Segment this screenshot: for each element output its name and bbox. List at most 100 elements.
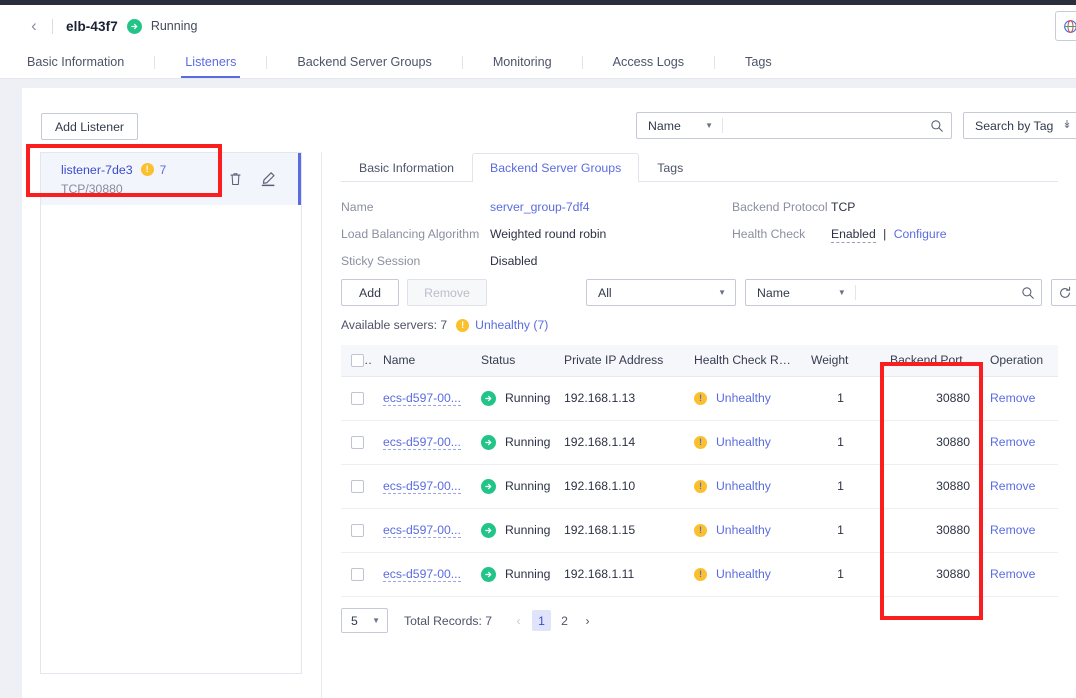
add-listener-button[interactable]: Add Listener [41, 113, 138, 140]
row-checkbox-cell [341, 420, 373, 465]
page-nav: ‹ 1 2 › [509, 610, 597, 631]
health-label[interactable]: Unhealthy [716, 479, 771, 493]
remove-server-button: Remove [407, 279, 487, 306]
tab-access-logs[interactable]: Access Logs [611, 47, 686, 78]
field-value-health-check[interactable]: Enabled [831, 227, 876, 243]
remove-link[interactable]: Remove [990, 435, 1035, 449]
table-header-status[interactable]: Status [471, 345, 554, 377]
server-name-link[interactable]: ecs-d597-00... [383, 479, 461, 494]
chevron-down-icon: ▼ [705, 121, 713, 130]
health-label[interactable]: Unhealthy [716, 391, 771, 405]
row-weight-cell: 1 [801, 420, 880, 465]
tab-backend-server-groups[interactable]: Backend Server Groups [295, 47, 433, 78]
row-name-cell: ecs-d597-00... [373, 552, 471, 597]
server-name-link[interactable]: ecs-d597-00... [383, 391, 461, 406]
listener-list-item[interactable]: listener-7de3 ! 7 TCP/30880 [41, 153, 301, 205]
add-server-button[interactable]: Add [341, 279, 399, 306]
listener-list-panel: listener-7de3 ! 7 TCP/30880 [40, 152, 302, 674]
health-badge: ! Unhealthy [694, 435, 791, 449]
tab-tags[interactable]: Tags [743, 47, 774, 78]
pencil-icon[interactable] [260, 171, 277, 187]
select-all-checkbox[interactable] [351, 354, 364, 368]
server-search-combo: Name ▼ [745, 279, 1042, 306]
tab-basic-information[interactable]: Basic Information [25, 47, 126, 78]
field-value-name[interactable]: server_group-7df4 [490, 200, 590, 214]
table-header-row: Name Status Private IP Address Health Ch… [341, 345, 1058, 377]
remove-link[interactable]: Remove [990, 479, 1035, 493]
health-label[interactable]: Unhealthy [716, 523, 771, 537]
row-checkbox[interactable] [351, 524, 364, 538]
row-name-cell: ecs-d597-00... [373, 420, 471, 465]
table-header-operation: Operation [980, 345, 1058, 377]
row-name-cell: ecs-d597-00... [373, 508, 471, 553]
remove-link[interactable]: Remove [990, 523, 1035, 537]
table-header-private-ip[interactable]: Private IP Address [554, 345, 684, 377]
search-icon[interactable] [923, 119, 951, 133]
row-status-cell: Running [471, 376, 554, 421]
listener-item-title: listener-7de3 ! 7 [61, 163, 228, 177]
table-header-name[interactable]: Name [373, 345, 471, 377]
field-label-name: Name [341, 200, 374, 214]
listener-name[interactable]: listener-7de3 [61, 163, 133, 177]
detail-tab-backend-server-groups[interactable]: Backend Server Groups [472, 153, 640, 182]
table-row[interactable]: ecs-d597-00... Running 192.168.1.15 ! Un… [341, 508, 1058, 553]
globe-icon[interactable] [1055, 11, 1076, 41]
search-icon[interactable] [1016, 286, 1041, 300]
warning-icon: ! [694, 523, 707, 537]
table-row[interactable]: ecs-d597-00... Running 192.168.1.10 ! Un… [341, 464, 1058, 509]
row-checkbox[interactable] [351, 568, 364, 582]
table-header-backend-port[interactable]: Backend Port [880, 345, 980, 377]
health-label[interactable]: Unhealthy [716, 567, 771, 581]
server-search-field-select[interactable]: Name ▼ [746, 280, 855, 305]
row-backend-port-cell: 30880 [880, 508, 980, 553]
remove-link[interactable]: Remove [990, 567, 1035, 581]
row-checkbox-cell [341, 552, 373, 597]
back-button[interactable]: ‹ [27, 17, 41, 35]
table-header-weight[interactable]: Weight [801, 345, 880, 377]
table-row[interactable]: ecs-d597-00... Running 192.168.1.11 ! Un… [341, 552, 1058, 597]
row-weight-cell: 1 [801, 508, 880, 553]
table-header-health-check-result[interactable]: Health Check Resul... [684, 345, 801, 377]
table-row[interactable]: ecs-d597-00... Running 192.168.1.14 ! Un… [341, 420, 1058, 465]
scope-filter-select[interactable]: All ▼ [587, 280, 735, 305]
row-checkbox[interactable] [351, 392, 364, 406]
row-checkbox[interactable] [351, 480, 364, 494]
row-weight-cell: 1 [801, 376, 880, 421]
page-size-select[interactable]: 5 ▼ [341, 608, 388, 633]
server-name-link[interactable]: ecs-d597-00... [383, 523, 461, 538]
health-label[interactable]: Unhealthy [716, 435, 771, 449]
tab-monitoring[interactable]: Monitoring [491, 47, 554, 78]
page-button-2[interactable]: 2 [555, 610, 574, 631]
backend-group-info: Name server_group-7df4 Load Balancing Al… [341, 199, 1058, 273]
next-page-button[interactable]: › [578, 610, 597, 631]
server-name-link[interactable]: ecs-d597-00... [383, 567, 461, 582]
unhealthy-count-link[interactable]: Unhealthy (7) [475, 318, 548, 332]
prev-page-button: ‹ [516, 613, 521, 628]
search-by-tag-button[interactable]: Search by Tag ↡ [963, 112, 1076, 139]
row-checkbox[interactable] [351, 436, 364, 450]
detail-tab-tags[interactable]: Tags [639, 153, 701, 182]
remove-link[interactable]: Remove [990, 391, 1035, 405]
server-search-input[interactable] [855, 280, 1016, 305]
configure-health-check-link[interactable]: Configure [894, 227, 947, 241]
table-header-checkbox [341, 345, 373, 377]
listener-search-field-value: Name [648, 118, 681, 133]
detail-tab-basic-information[interactable]: Basic Information [341, 153, 472, 182]
row-private-ip-cell: 192.168.1.11 [554, 552, 684, 597]
trash-icon[interactable] [228, 171, 243, 187]
tab-listeners[interactable]: Listeners [181, 47, 241, 78]
row-private-ip-cell: 192.168.1.14 [554, 420, 684, 465]
listener-search-field-select[interactable]: Name ▼ [637, 113, 722, 138]
listener-search-area: Name ▼ Search by Tag ↡ [636, 112, 1076, 139]
refresh-icon[interactable] [1051, 279, 1076, 306]
server-name-link[interactable]: ecs-d597-00... [383, 435, 461, 450]
table-row[interactable]: ecs-d597-00... Running 192.168.1.13 ! Un… [341, 376, 1058, 421]
page-button-1[interactable]: 1 [532, 610, 552, 631]
listener-search-combo: Name ▼ [636, 112, 952, 139]
server-table-toolbar: Add Remove All ▼ Name ▼ [341, 279, 1076, 311]
row-private-ip-cell: 192.168.1.13 [554, 376, 684, 421]
row-backend-port-cell: 30880 [880, 376, 980, 421]
listener-search-input[interactable] [723, 113, 923, 138]
main-content-card: Add Listener Name ▼ Search by Tag ↡ list… [22, 88, 1076, 698]
listener-warning-count: 7 [159, 162, 167, 177]
